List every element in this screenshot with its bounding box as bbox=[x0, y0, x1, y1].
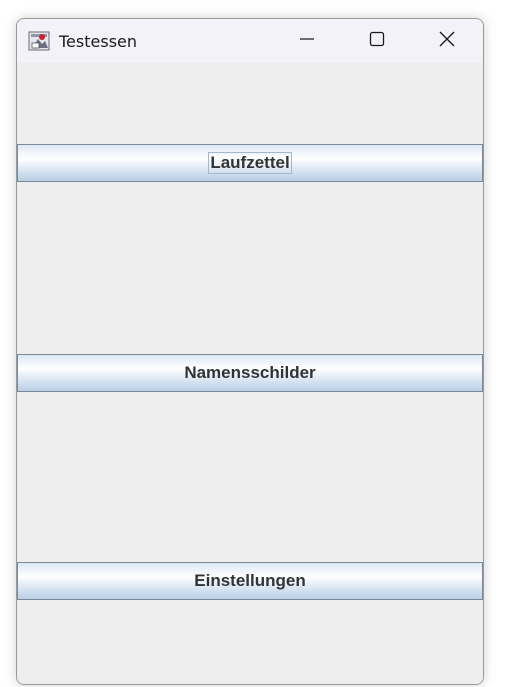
button-label: Namensschilder bbox=[184, 363, 316, 382]
app-window: Testessen Laufzettel Namensschilder Eins… bbox=[16, 18, 484, 685]
maximize-icon bbox=[368, 30, 386, 53]
content-pane: Laufzettel Namensschilder Einstellungen bbox=[17, 63, 483, 684]
maximize-button[interactable] bbox=[354, 19, 400, 63]
title-bar[interactable]: Testessen bbox=[17, 19, 483, 63]
laufzettel-button[interactable]: Laufzettel bbox=[17, 144, 483, 182]
button-label: Laufzettel bbox=[208, 152, 292, 174]
einstellungen-button[interactable]: Einstellungen bbox=[17, 562, 483, 600]
java-app-icon bbox=[28, 29, 52, 53]
close-icon bbox=[438, 30, 456, 53]
namensschilder-button[interactable]: Namensschilder bbox=[17, 354, 483, 392]
minimize-button[interactable] bbox=[284, 19, 330, 63]
close-button[interactable] bbox=[424, 19, 470, 63]
button-label: Einstellungen bbox=[194, 571, 306, 590]
window-title: Testessen bbox=[59, 32, 138, 51]
minimize-icon bbox=[298, 30, 316, 53]
